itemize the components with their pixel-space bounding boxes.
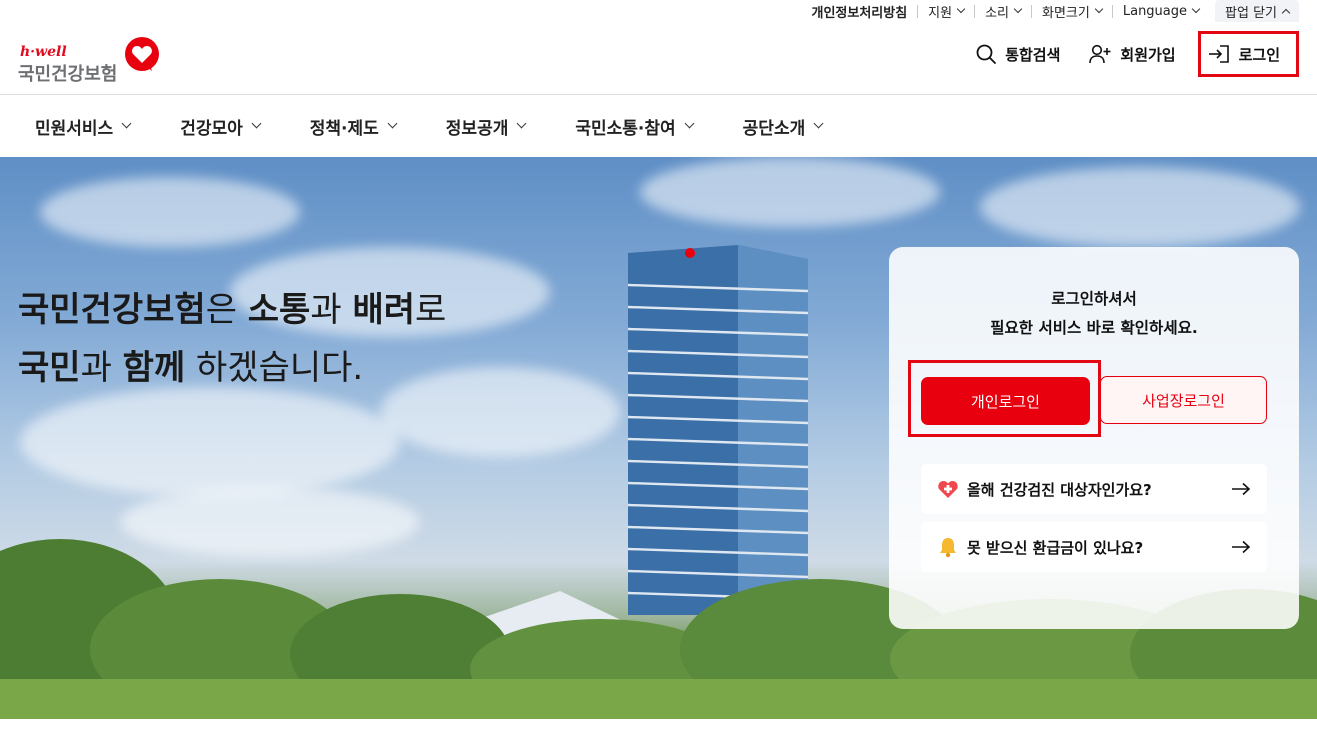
language-dropdown[interactable]: Language <box>1113 0 1209 22</box>
screen-size-dropdown[interactable]: 화면크기 <box>1032 0 1112 22</box>
chevron-down-icon <box>813 118 824 129</box>
main-nav: 민원서비스 건강모아 정책·제도 정보공개 국민소통·참여 공단소개 <box>0 95 1317 157</box>
nav-item-label: 민원서비스 <box>35 118 114 139</box>
hero-headline-line1: 국민건강보험은 소통과 배려로 <box>18 281 446 339</box>
chevron-down-icon <box>251 118 262 129</box>
sound-label: 소리 <box>985 5 1010 21</box>
site-logo[interactable]: h·well 국민건강보험 <box>18 30 168 86</box>
sound-dropdown[interactable]: 소리 <box>975 0 1031 22</box>
login-label: 로그인 <box>1238 45 1280 64</box>
signup-label: 회원가입 <box>1120 45 1176 64</box>
refund-link[interactable]: 못 받으신 환급금이 있나요? <box>921 522 1267 572</box>
logo-name: 국민건강보험 <box>18 64 118 85</box>
utility-bar: 개인정보처리방침 지원 소리 화면크기 Language 팝업 닫기 <box>801 0 1299 22</box>
support-label: 지원 <box>928 5 953 21</box>
login-panel: 로그인하셔서 필요한 서비스 바로 확인하세요. 개인로그인 사업장로그인 올해… <box>889 247 1299 629</box>
hero-text-bold: 소통 <box>247 290 311 330</box>
heart-plus-icon <box>937 479 959 499</box>
search-icon <box>976 44 997 64</box>
hero-banner: 국민건강보험은 소통과 배려로 국민과 함께 하겠습니다. 로그인하셔서 필요한… <box>0 157 1317 719</box>
language-label: Language <box>1122 3 1188 19</box>
screen-size-label: 화면크기 <box>1042 5 1090 21</box>
personal-login-button[interactable]: 개인로그인 <box>921 377 1090 425</box>
chevron-down-icon <box>1013 4 1023 14</box>
nav-item-disclosure[interactable]: 정보공개 <box>445 114 527 139</box>
chevron-down-icon <box>516 118 527 129</box>
nav-item-about[interactable]: 공단소개 <box>742 114 824 139</box>
nav-item-label: 건강모아 <box>180 118 243 139</box>
chevron-down-icon <box>1094 4 1104 14</box>
refund-label: 못 받으신 환급금이 있나요? <box>967 538 1144 557</box>
hero-text-bold: 배려 <box>352 290 415 330</box>
hero-text-bold: 함께 <box>122 348 186 388</box>
popup-close-button[interactable]: 팝업 닫기 <box>1215 0 1299 22</box>
login-button[interactable]: 로그인 <box>1197 31 1299 77</box>
nav-item-civil-service[interactable]: 민원서비스 <box>35 114 132 139</box>
hero-text-bold: 국민건강보험 <box>18 290 206 330</box>
hero-text-bold: 국민 <box>18 348 81 388</box>
nav-item-label: 정보공개 <box>445 118 509 139</box>
nav-item-label: 국민소통·참여 <box>575 118 676 139</box>
hero-headline-line2: 국민과 함께 하겠습니다. <box>18 339 446 397</box>
login-panel-message: 로그인하셔서 필요한 서비스 바로 확인하세요. <box>889 285 1299 343</box>
login-icon <box>1208 45 1229 63</box>
login-panel-message-line2: 필요한 서비스 바로 확인하세요. <box>990 319 1198 337</box>
popup-close-label: 팝업 닫기 <box>1225 5 1277 21</box>
hero-text: 하겠습니다. <box>185 348 364 388</box>
nav-item-label: 정책·제도 <box>309 118 379 139</box>
nav-item-policy[interactable]: 정책·제도 <box>309 114 398 139</box>
bell-icon <box>937 536 959 558</box>
support-dropdown[interactable]: 지원 <box>918 0 974 22</box>
signup-button[interactable]: 회원가입 <box>1088 43 1176 65</box>
arrow-right-icon <box>1231 482 1251 496</box>
health-checkup-link[interactable]: 올해 건강검진 대상자인가요? <box>921 464 1267 514</box>
chevron-down-icon <box>1191 4 1201 14</box>
chevron-down-icon <box>956 4 966 14</box>
hero-text: 은 <box>205 290 248 330</box>
nav-item-participation[interactable]: 국민소통·참여 <box>575 114 695 139</box>
login-panel-message-line1: 로그인하셔서 <box>1051 290 1137 308</box>
chevron-down-icon <box>387 118 398 129</box>
personal-login-highlight: 개인로그인 <box>908 360 1101 437</box>
arrow-right-icon <box>1231 540 1251 554</box>
hero-text: 로 <box>415 290 447 330</box>
health-checkup-label: 올해 건강검진 대상자인가요? <box>967 480 1152 499</box>
hero-text: 과 <box>310 290 353 330</box>
hero-headline: 국민건강보험은 소통과 배려로 국민과 함께 하겠습니다. <box>18 281 446 397</box>
add-user-icon <box>1089 44 1111 64</box>
chevron-down-icon <box>684 118 695 129</box>
chevron-down-icon <box>121 118 132 129</box>
header-actions: 통합검색 회원가입 로그인 <box>947 30 1299 78</box>
nav-item-health-moa[interactable]: 건강모아 <box>180 114 262 139</box>
search-label: 통합검색 <box>1005 45 1061 64</box>
hero-text: 과 <box>80 348 123 388</box>
chevron-up-icon <box>1281 8 1291 17</box>
site-header: h·well 국민건강보험 통합검색 회원가입 로그인 <box>0 22 1317 94</box>
logo-wordmark: h·well <box>20 44 67 60</box>
search-button[interactable]: 통합검색 <box>975 43 1060 65</box>
privacy-policy-link[interactable]: 개인정보처리방침 <box>801 0 917 22</box>
nav-item-label: 공단소개 <box>742 118 806 139</box>
business-login-button[interactable]: 사업장로그인 <box>1100 376 1267 424</box>
heart-logo-icon <box>125 37 159 71</box>
